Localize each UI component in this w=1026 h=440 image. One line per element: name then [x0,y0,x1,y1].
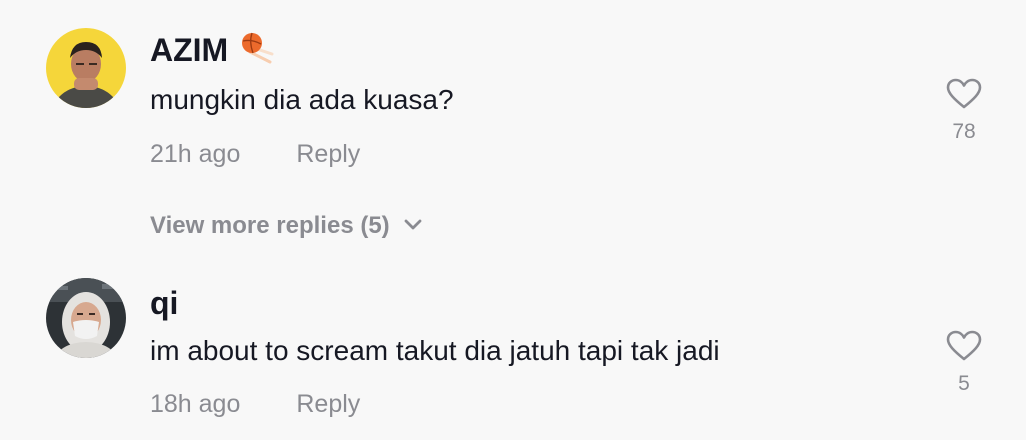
reply-button[interactable]: Reply [296,390,360,418]
like-button[interactable]: 5 [932,330,996,396]
heart-outline-icon [946,78,982,109]
reply-button[interactable]: Reply [296,140,360,168]
comment-meta: 21h ago Reply [150,138,360,170]
like-button[interactable]: 78 [932,78,996,144]
comment-text: im about to scream takut dia jatuh tapi … [150,335,720,366]
basketball-icon [240,30,274,69]
comment-meta: 18h ago Reply [150,388,360,420]
comment-item: AZIM mungkin dia ada kuasa? 21h ago Reply… [0,0,1026,170]
heart-outline-icon [946,330,982,361]
avatar-image [46,278,126,358]
view-more-replies-label: View more replies (5) [150,212,390,239]
username[interactable]: AZIM [150,30,228,70]
comment-text: mungkin dia ada kuasa? [150,84,454,115]
comment-item: qi im about to scream takut dia jatuh ta… [0,250,1026,420]
chevron-down-icon [404,219,422,230]
timestamp: 21h ago [150,140,241,168]
like-count: 78 [952,120,976,143]
like-count: 5 [958,372,970,395]
view-more-replies-button[interactable]: View more replies (5) [150,210,422,242]
avatar[interactable] [46,278,126,358]
timestamp: 18h ago [150,390,241,418]
avatar-image [46,28,126,108]
avatar[interactable] [46,28,126,108]
username[interactable]: qi [150,283,178,323]
